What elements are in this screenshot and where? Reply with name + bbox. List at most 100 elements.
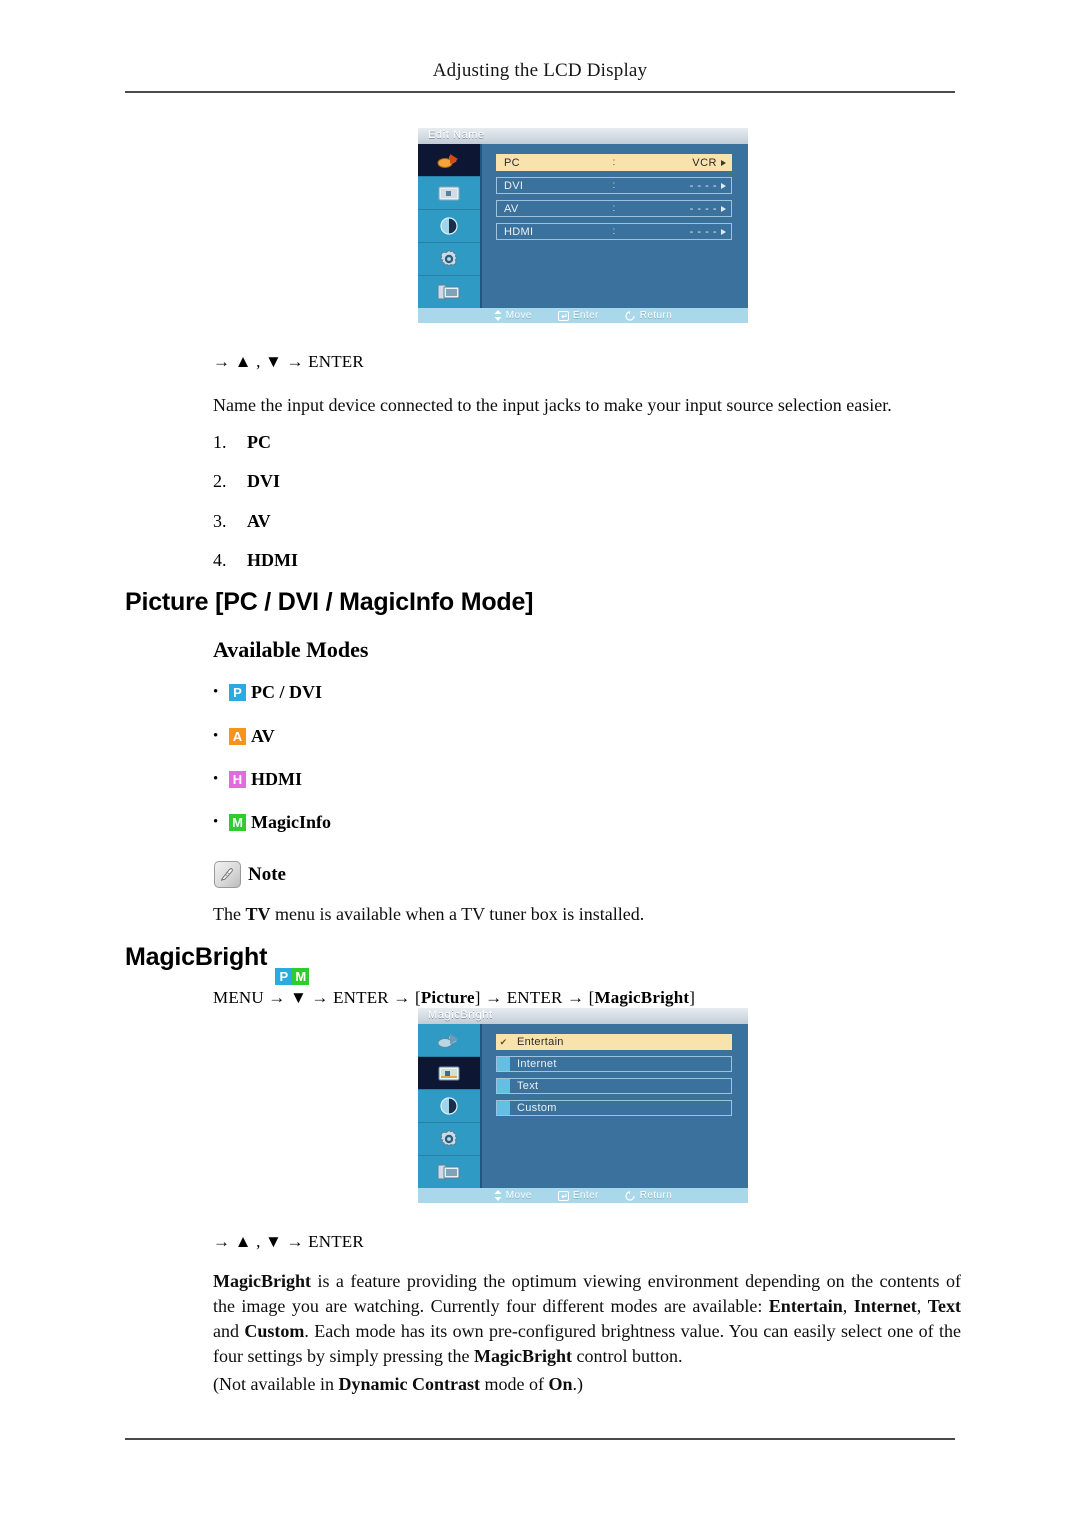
header-rule [125,91,955,93]
bullet-dot-icon: • [213,771,219,787]
osd-row-hdmi[interactable]: HDMI : - - - - [496,223,732,240]
page: Adjusting the LCD Display Edit Name PC:… [0,0,1080,1527]
osd-row-separator: : [612,157,616,168]
nav-hint-2: → ▲ , ▼ → ENTER [213,1232,364,1251]
picture-icon[interactable] [418,1057,480,1090]
chevron-right-icon [721,205,726,212]
list-label: HDMI [247,550,298,570]
footer-return-label: Return [639,1190,673,1201]
cn-2: Dynamic Contrast [338,1374,480,1394]
osd-footer: Move Enter Return [418,1188,748,1203]
bp-7: Text [927,1296,962,1316]
chevron-right-icon [721,228,726,235]
bullet-dot-icon: • [213,728,219,744]
body-paragraph: MagicBright is a feature providing the o… [213,1269,961,1369]
cn-1: (Not available in [213,1374,339,1394]
footer-return-label: Return [639,310,673,321]
osd-row-av[interactable]: AV : - - - - [496,200,732,217]
footer-enter-label: Enter [572,310,599,321]
multi-control-icon[interactable] [418,276,480,308]
input-source-icon[interactable] [418,1024,480,1057]
osd-titlebar: Edit Name [418,128,748,144]
chevron-right-icon [721,159,726,166]
available-modes-heading: Available Modes [213,637,369,662]
osd-edit-name: Edit Name PC: VCR DVI: - - - - AV: - … [418,128,748,323]
bp-4: , [842,1296,854,1316]
badge-p-icon: P [229,684,246,701]
bp-3: Entertain [768,1296,843,1316]
magicbright-badges: PM [275,968,310,985]
magicbright-heading-label: MagicBright [125,943,268,971]
mode-label: AV [251,726,275,746]
badge-h-icon: H [229,771,246,788]
mode-label: PC / DVI [251,682,322,702]
bp-8: and [213,1321,245,1341]
enter-key-icon [557,310,569,321]
osd-row-dvi[interactable]: DVI : - - - - [496,177,732,194]
osd-row-entertain[interactable]: ✔ Entertain [496,1034,732,1050]
osd-row-label: Entertain [517,1036,564,1048]
note-text-before: The [213,904,246,924]
list-item-av: 3. AV [213,511,271,532]
mode-label: MagicInfo [251,812,331,832]
osd-row-custom[interactable]: Custom [496,1100,732,1116]
input-source-icon[interactable] [418,144,480,177]
badge-a-icon: A [229,728,246,745]
setup-gear-icon[interactable] [418,243,480,276]
note-label: Note [248,863,286,885]
magicbright-heading: MagicBright P M [125,943,310,985]
osd-row-label: Text [517,1080,539,1092]
osd-title: MagicBright [428,1009,493,1021]
list-item-dvi: 2. DVI [213,471,280,492]
nav-hint-1: → ▲ , ▼ → ENTER [213,352,364,371]
return-arrow-icon [625,310,635,321]
osd-sidebar [418,1024,482,1188]
contrast-icon[interactable] [418,210,480,243]
bp-11: MagicBright [473,1346,572,1366]
picture-icon[interactable] [418,177,480,210]
bp-1: MagicBright [213,1271,311,1291]
osd-row-pc[interactable]: PC : VCR [496,154,732,171]
osd-row-separator: : [612,203,616,214]
list-label: DVI [247,471,281,491]
multi-control-icon[interactable] [418,1156,480,1188]
list-number: 3. [213,511,227,531]
list-item-pc: 1. PC [213,432,271,453]
osd-row-label: Internet [517,1058,557,1070]
osd-row-value: - - - - [689,225,717,238]
badge-p-icon: P [275,968,293,985]
setup-gear-icon[interactable] [418,1123,480,1156]
osd-row-label: HDMI [504,225,534,238]
footer-return: Return [625,310,672,321]
list-item-hdmi: 4. HDMI [213,550,298,571]
closing-note: (Not available in Dynamic Contrast mode … [213,1372,961,1397]
osd-footer: Move Enter Return [418,308,748,323]
mode-magicinfo: • M MagicInfo [213,812,331,833]
osd-title: Edit Name [428,129,485,141]
note-pen-icon [214,861,241,888]
osd-row-label: Custom [517,1102,557,1114]
bp-9: Custom [244,1321,305,1341]
contrast-icon[interactable] [418,1090,480,1123]
mode-hdmi: • H HDMI [213,769,302,790]
osd-row-separator: : [612,226,616,237]
osd-row-list: ✔ Entertain Internet Text Custom [482,1024,748,1188]
osd-row-separator: : [612,180,616,191]
check-icon [497,1079,510,1093]
osd-row-label: AV [504,202,519,215]
picture-heading: Picture [PC / DVI / MagicInfo Mode] [125,588,534,616]
osd-row-internet[interactable]: Internet [496,1056,732,1072]
footer-enter: Enter [557,310,599,321]
badge-m-icon: M [292,968,310,985]
note-text-bold: TV [245,904,271,924]
enter-key-icon [557,1190,569,1201]
badge-m-icon: M [229,814,246,831]
note-text-after: menu is available when a TV tuner box is… [270,904,645,924]
osd-row-text[interactable]: Text [496,1078,732,1094]
osd-row-list: PC : VCR DVI : - - - - AV : - - - - HDMI… [482,144,748,308]
bp-5: Internet [853,1296,917,1316]
osd-row-value: - - - - [689,202,717,215]
bp-6: , [916,1296,928,1316]
check-icon [497,1057,510,1071]
footer-move: Move [494,310,532,321]
